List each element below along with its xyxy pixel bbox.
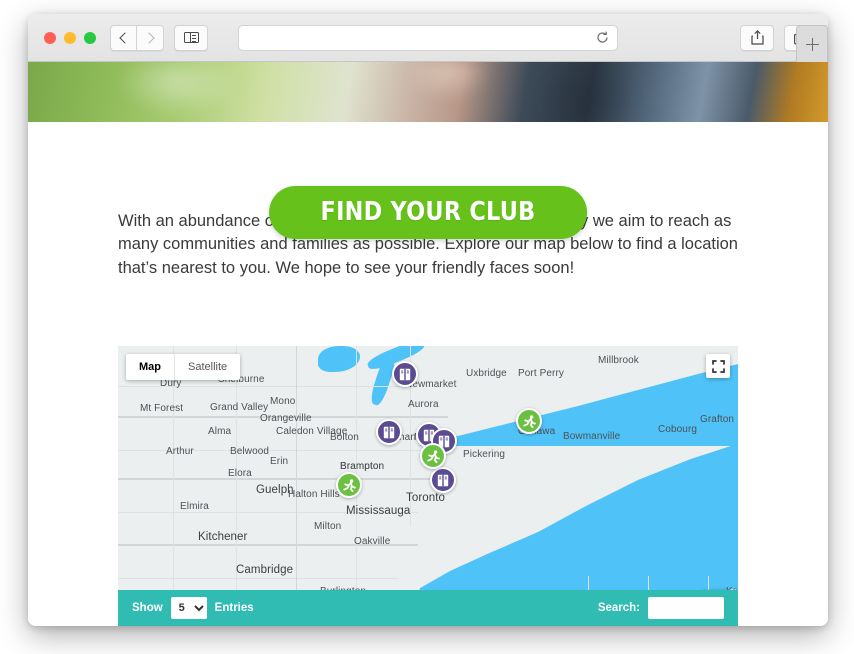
map-place-label: Guelph: [256, 484, 294, 496]
browser-window: FIND YOUR CLUB With an abundance of loca…: [28, 14, 828, 626]
map-place-label: Arthur: [166, 446, 194, 457]
map-road: [118, 450, 428, 452]
map-place-label: Elmira: [180, 501, 209, 512]
map-place-label: Orangeville: [260, 413, 312, 424]
map-place-label: Bowmanville: [563, 431, 621, 442]
forward-button[interactable]: [137, 24, 164, 51]
map-place-label: Cambridge: [236, 564, 294, 576]
map-type-button-map[interactable]: Map: [126, 354, 174, 380]
map-place-label: Aurora: [408, 399, 439, 410]
map-place-label: Brampton: [340, 461, 385, 472]
show-entries-group: Show 5102550100 Entries: [132, 597, 254, 619]
map-canvas[interactable]: Newmarket Aurora Uxbridge Port Perry Millbro…: [118, 346, 738, 626]
reload-icon[interactable]: [596, 31, 609, 44]
map-road: [296, 346, 298, 626]
close-window-button[interactable]: [44, 31, 56, 44]
share-icon: [750, 30, 764, 45]
map-place-label: Uxbridge: [466, 368, 507, 379]
map-place-label: Cobourg: [658, 424, 698, 435]
map-place-label: Mt Forest: [140, 403, 184, 414]
map-place-label: Millbrook: [598, 355, 639, 366]
minimize-window-button[interactable]: [64, 31, 76, 44]
fullscreen-icon: [711, 359, 725, 373]
page-content: FIND YOUR CLUB With an abundance of loca…: [28, 122, 828, 626]
browser-toolbar: [28, 14, 828, 62]
search-label: Search:: [597, 602, 640, 614]
address-input[interactable]: [239, 31, 596, 44]
map-place-label: Elora: [228, 468, 252, 479]
fullscreen-button[interactable]: [706, 354, 730, 378]
map-marker-library[interactable]: [376, 419, 402, 445]
new-tab-button[interactable]: [796, 25, 828, 62]
map-marker-library[interactable]: [430, 467, 456, 493]
entries-per-page-select[interactable]: 5102550100: [170, 597, 207, 619]
search-group: Search:: [598, 597, 724, 619]
map-place-label: Halton Hills: [288, 489, 340, 500]
address-bar[interactable]: [238, 24, 618, 51]
map-type-control[interactable]: Map Satellite: [126, 354, 241, 380]
map-road: [118, 478, 438, 480]
sidebar-toggle-button[interactable]: [174, 24, 208, 51]
map-place-label: Kitchener: [198, 531, 248, 543]
maximize-window-button[interactable]: [84, 31, 96, 44]
map-marker-sports[interactable]: [420, 443, 446, 469]
map-marker-sports[interactable]: [516, 408, 542, 434]
map-place-label: Alma: [208, 426, 232, 437]
chevron-left-icon: [119, 31, 131, 44]
back-button[interactable]: [110, 24, 137, 51]
table-toolbar: Show 5102550100 Entries Search:: [118, 590, 738, 626]
navigation-buttons: [110, 24, 164, 51]
entries-label: Entries: [214, 602, 254, 614]
window-traffic-lights: [44, 31, 96, 44]
find-your-club-badge: FIND YOUR CLUB: [269, 186, 587, 239]
map-place-label: Toronto: [406, 492, 446, 504]
map-road: [236, 346, 238, 626]
hero-banner-image: [28, 62, 828, 122]
search-input[interactable]: [648, 597, 724, 619]
map-place-label: Grafton: [700, 414, 735, 425]
map-place-label: Port Perry: [518, 368, 565, 379]
lake-simcoe-water: [318, 346, 360, 372]
map-place-label: Caledon Village: [276, 426, 348, 437]
map-place-label: Mono: [270, 396, 296, 407]
show-label: Show: [132, 602, 163, 614]
map-place-label: Oakville: [354, 536, 391, 547]
map-type-button-satellite[interactable]: Satellite: [174, 354, 240, 380]
find-your-club-label: FIND YOUR CLUB: [320, 197, 536, 227]
plus-icon: [805, 37, 819, 51]
sidebar-icon: [183, 32, 199, 43]
map-marker-sports[interactable]: [336, 472, 362, 498]
locations-map[interactable]: Newmarket Aurora Uxbridge Port Perry Millbro…: [118, 346, 738, 626]
map-place-label: Pickering: [463, 449, 506, 460]
map-place-label: Milton: [314, 521, 342, 532]
share-button[interactable]: [740, 24, 774, 51]
map-place-label: Grand Valley: [210, 402, 269, 413]
map-marker-library[interactable]: [392, 361, 418, 387]
map-place-label: Erin: [270, 456, 289, 467]
map-place-label: Mississauga: [346, 505, 411, 517]
chevron-right-icon: [142, 31, 155, 44]
map-place-label: Belwood: [230, 446, 270, 457]
